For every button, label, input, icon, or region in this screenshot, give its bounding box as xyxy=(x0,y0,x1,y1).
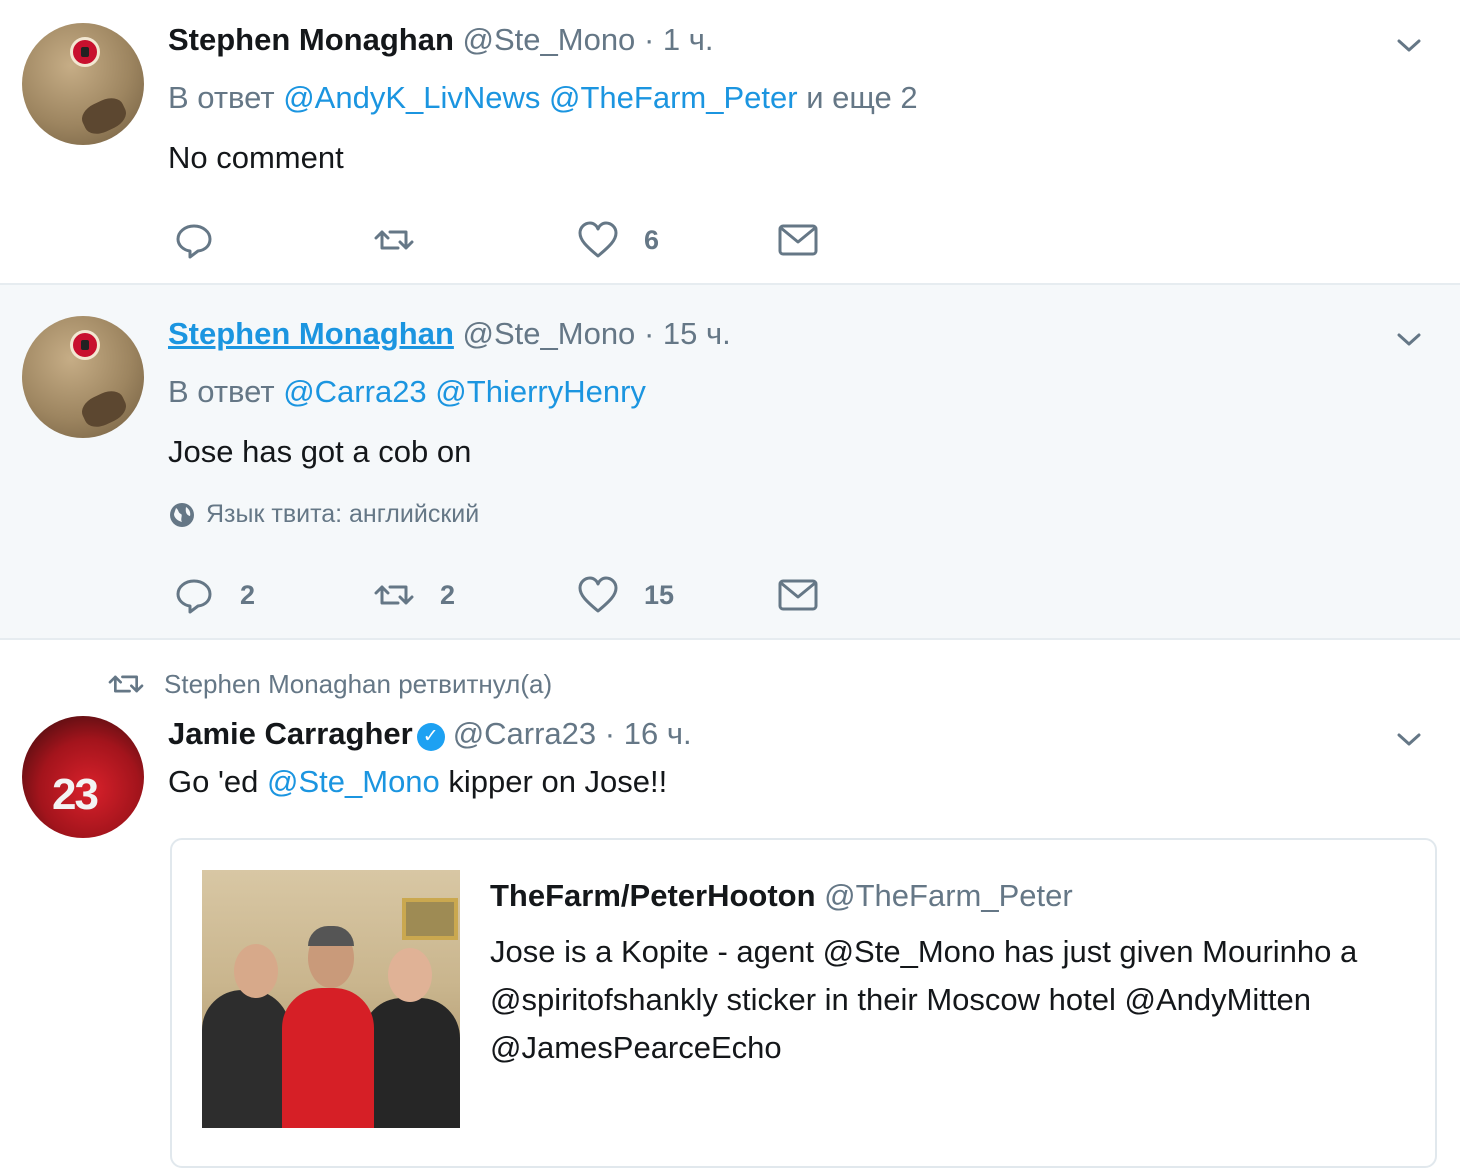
tweet-3[interactable]: Stephen Monaghan ретвитнул(а) 23 Jamie C… xyxy=(0,640,1460,1168)
retweeted-by-label[interactable]: Stephen Monaghan ретвитнул(а) xyxy=(164,669,552,700)
avatar-number: 23 xyxy=(52,770,99,819)
like-count: 6 xyxy=(644,224,660,255)
quoted-tweet-header: TheFarm/PeterHooton @TheFarm_Peter xyxy=(490,878,1073,914)
reply-mention[interactable]: @Carra23 xyxy=(283,374,426,409)
reply-mention[interactable]: @TheFarm_Peter xyxy=(549,80,798,115)
author-name[interactable]: Stephen Monaghan xyxy=(168,22,454,57)
retweet-icon xyxy=(108,675,144,693)
author-handle[interactable]: @Carra23 xyxy=(453,716,596,751)
tweet-text-suffix: kipper on Jose!! xyxy=(448,764,668,799)
retweet-icon xyxy=(374,585,414,605)
retweet-context: Stephen Monaghan ретвитнул(а) xyxy=(106,668,552,700)
tweet-menu-button[interactable] xyxy=(1394,30,1424,60)
tweet-header: Stephen Monaghan @Ste_Mono · 15 ч. xyxy=(168,316,731,352)
reply-prefix: В ответ xyxy=(168,374,275,409)
photo-person xyxy=(282,988,374,1128)
author-name[interactable]: Stephen Monaghan xyxy=(168,316,454,351)
reply-mention[interactable]: @AndyK_LivNews xyxy=(283,80,540,115)
quoted-tweet-text: Jose is a Kopite - agent @Ste_Mono has j… xyxy=(490,934,1358,1065)
retweet-icon xyxy=(374,230,414,250)
tweet-menu-button[interactable] xyxy=(1394,324,1424,354)
photo-person xyxy=(234,944,278,998)
tweet-1[interactable]: Stephen Monaghan @Ste_Mono · 1 ч. В отве… xyxy=(0,0,1460,285)
chevron-down-icon xyxy=(1397,733,1421,746)
reply-mention[interactable]: @ThierryHenry xyxy=(435,374,646,409)
photo-person xyxy=(202,990,290,1128)
tweet-text: Jose has got a cob on xyxy=(168,434,472,469)
avatar-detail xyxy=(77,93,131,139)
retweet-count: 2 xyxy=(440,579,456,610)
heart-icon xyxy=(578,576,618,613)
quoted-author-name[interactable]: TheFarm/PeterHooton xyxy=(490,878,816,913)
text-mention[interactable]: @Ste_Mono xyxy=(267,764,440,799)
author-name[interactable]: Jamie Carragher xyxy=(168,716,413,751)
photo-person xyxy=(308,926,354,946)
reply-more[interactable]: и еще 2 xyxy=(806,80,917,115)
reply-button[interactable]: 2 xyxy=(172,573,255,617)
reply-icon xyxy=(176,579,212,614)
like-count: 15 xyxy=(644,579,675,610)
photo-person xyxy=(362,998,460,1128)
tweet-text-prefix: Go 'ed xyxy=(168,764,259,799)
tweet-text: Go 'ed @Ste_Mono kipper on Jose!! xyxy=(168,764,667,800)
globe-icon xyxy=(170,502,194,527)
avatar[interactable]: 23 xyxy=(22,716,144,838)
separator-dot: · xyxy=(643,22,655,57)
quoted-tweet-photo[interactable] xyxy=(202,870,460,1128)
like-button[interactable]: 15 xyxy=(576,573,674,617)
envelope-icon xyxy=(778,224,818,256)
timestamp[interactable]: 1 ч. xyxy=(663,22,714,57)
like-button[interactable]: 6 xyxy=(576,218,659,262)
avatar[interactable] xyxy=(22,23,144,145)
avatar[interactable] xyxy=(22,316,144,438)
reply-button[interactable] xyxy=(172,218,216,262)
tweet-2[interactable]: Stephen Monaghan @Ste_Mono · 15 ч. В отв… xyxy=(0,285,1460,640)
photo-person xyxy=(388,948,432,1002)
envelope-icon xyxy=(778,579,818,611)
language-label: Язык твита: английский xyxy=(206,500,480,528)
retweet-button[interactable]: 2 xyxy=(372,573,455,617)
tweet-header: Jamie Carragher ✓ @Carra23 · 16 ч. xyxy=(168,716,692,752)
quoted-tweet-card[interactable]: TheFarm/PeterHooton @TheFarm_Peter Jose … xyxy=(170,838,1437,1168)
tweet-text: No comment xyxy=(168,140,344,175)
reply-icon xyxy=(176,224,212,259)
avatar-detail xyxy=(77,386,131,432)
tweet-menu-button[interactable] xyxy=(1394,724,1424,754)
author-handle[interactable]: @Ste_Mono xyxy=(463,316,636,351)
tweet-language: Язык твита: английский xyxy=(168,500,479,529)
timestamp[interactable]: 15 ч. xyxy=(663,316,731,351)
retweet-button[interactable] xyxy=(372,218,416,262)
reply-prefix: В ответ xyxy=(168,80,275,115)
heart-icon xyxy=(578,221,618,258)
chevron-down-icon xyxy=(1397,333,1421,346)
tweet-header: Stephen Monaghan @Ste_Mono · 1 ч. xyxy=(168,22,714,58)
reply-context: В ответ @AndyK_LivNews @TheFarm_Peter и … xyxy=(168,80,918,116)
quoted-author-handle[interactable]: @TheFarm_Peter xyxy=(824,878,1073,913)
separator-dot: · xyxy=(643,316,655,351)
avatar-badge xyxy=(70,37,100,67)
direct-message-button[interactable] xyxy=(776,218,820,262)
reply-count: 2 xyxy=(240,579,256,610)
verified-badge-icon: ✓ xyxy=(416,723,445,751)
photo-wall-frame xyxy=(402,898,458,940)
timestamp[interactable]: 16 ч. xyxy=(624,716,692,751)
direct-message-button[interactable] xyxy=(776,573,820,617)
author-handle[interactable]: @Ste_Mono xyxy=(463,22,636,57)
avatar-badge xyxy=(70,330,100,360)
chevron-down-icon xyxy=(1397,39,1421,52)
separator-dot: · xyxy=(604,716,616,751)
reply-context: В ответ @Carra23 @ThierryHenry xyxy=(168,374,646,410)
